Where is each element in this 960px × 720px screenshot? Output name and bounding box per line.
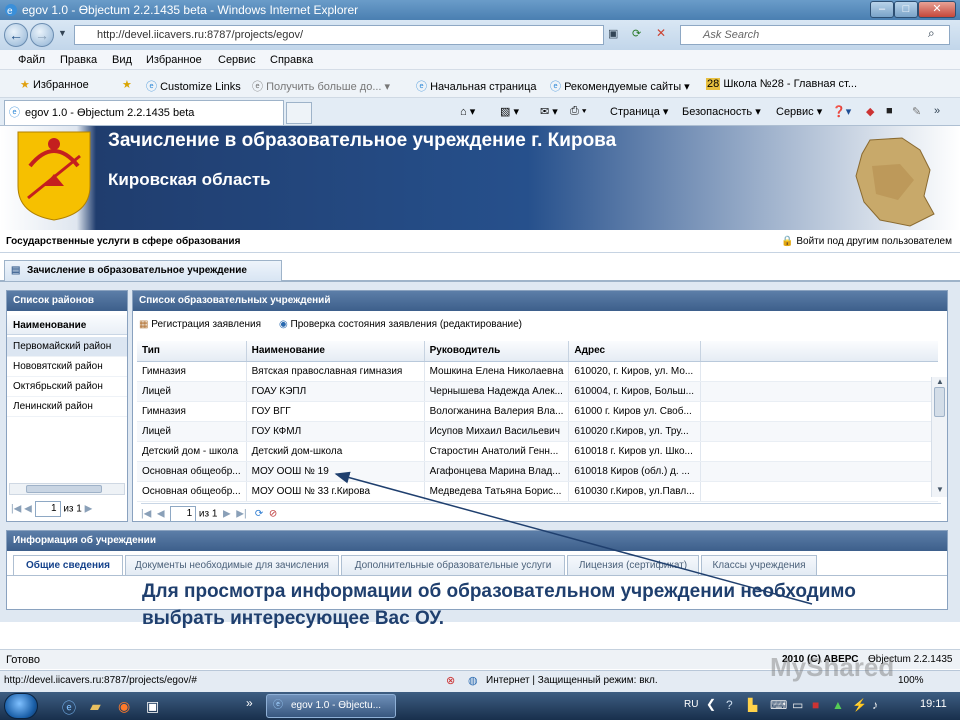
annotation-arrow xyxy=(334,471,813,605)
status-url: http://devel.iicavers.ru:8787/projects/e… xyxy=(4,675,197,686)
language-indicator[interactable]: RU xyxy=(684,699,698,710)
windows-taskbar: ⓔ ▰ ◉ ▣ » ⓔ egov 1.0 - Өbjectu... RU ❮ ?… xyxy=(0,692,960,720)
task-ie-icon: ⓔ xyxy=(273,700,283,711)
taskbar-task-ie[interactable]: ⓔ egov 1.0 - Өbjectu... xyxy=(266,694,396,718)
media-quicklaunch-icon[interactable]: ◉ xyxy=(118,698,130,715)
start-button[interactable] xyxy=(4,693,38,719)
globe-icon: ◍ xyxy=(468,675,478,687)
blocked-icon[interactable]: ⊗ xyxy=(446,674,455,687)
app-tray-icon[interactable]: ▲ xyxy=(832,698,844,712)
watermark: MyShared xyxy=(770,652,895,682)
folder-quicklaunch-icon[interactable]: ▰ xyxy=(90,698,101,715)
security-zone[interactable]: Интернет | Защищенный режим: вкл. xyxy=(486,675,658,686)
volume-tray-icon[interactable]: ♪ xyxy=(872,698,878,712)
keyboard-tray-icon[interactable]: ⌨ xyxy=(770,698,787,712)
app-status-text: Готово xyxy=(6,654,40,666)
app-quicklaunch-icon[interactable]: ▣ xyxy=(146,698,159,715)
zoom-level[interactable]: 100% xyxy=(898,675,924,686)
clock[interactable]: 19:11 xyxy=(920,698,947,710)
network-tray-icon[interactable]: ▙ xyxy=(748,698,757,712)
antivirus-tray-icon[interactable]: ■ xyxy=(812,698,819,712)
tray-expand-icon[interactable]: ❮ xyxy=(706,697,716,711)
taskbar-task-label: egov 1.0 - Өbjectu... xyxy=(291,700,382,711)
monitor-tray-icon[interactable]: ▭ xyxy=(792,698,803,712)
taskbar-overflow-icon[interactable]: » xyxy=(246,696,253,710)
power-tray-icon[interactable]: ⚡ xyxy=(852,698,867,712)
help-tray-icon[interactable]: ? xyxy=(726,698,733,712)
ie-quicklaunch-icon[interactable]: ⓔ xyxy=(62,698,76,718)
